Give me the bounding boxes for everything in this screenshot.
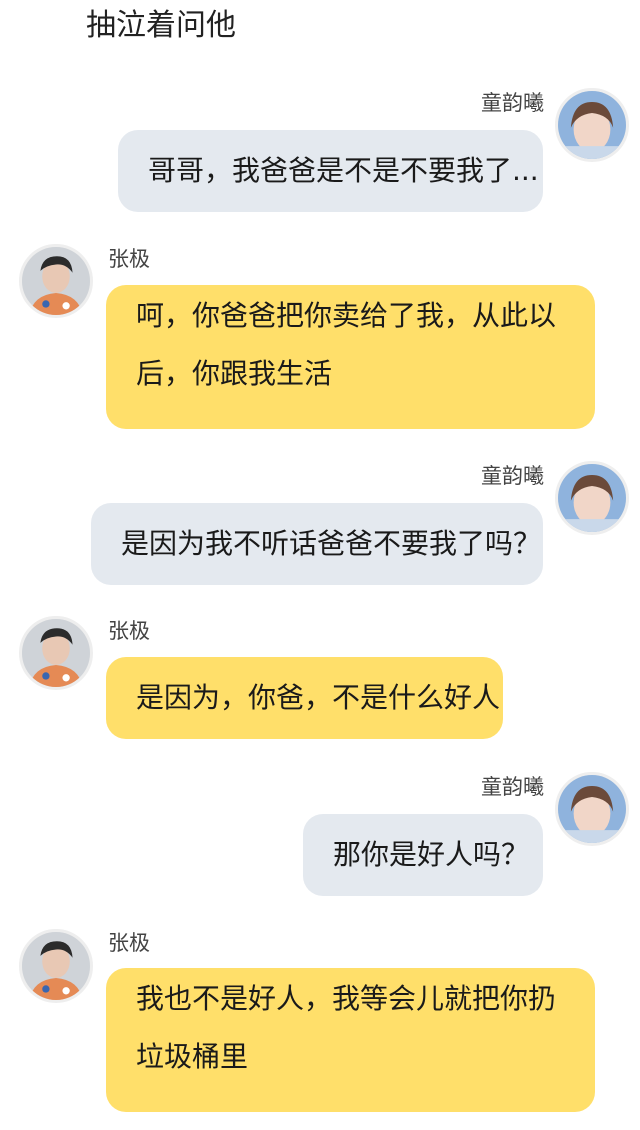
sender-name-boy: 张极 [108,931,150,955]
boy-avatar[interactable] [19,929,93,1003]
girl-avatar[interactable] [555,461,629,535]
sender-name-girl: 童韵曦 [481,464,544,488]
message-bubble: 是因为，你爸，不是什么好人 [106,657,503,739]
boy-avatar[interactable] [19,616,93,690]
girl-avatar-image [558,775,626,843]
sender-name-girl: 童韵曦 [481,775,544,799]
girl-avatar[interactable] [555,88,629,162]
message-bubble: 那你是好人吗？ [303,814,543,896]
sender-name-boy: 张极 [108,247,150,271]
girl-avatar-image [558,91,626,159]
narration-text: 抽泣着问他 [86,8,236,43]
boy-avatar[interactable] [19,244,93,318]
girl-avatar[interactable] [555,772,629,846]
message-bubble: 我也不是好人，我等会儿就把你扔垃圾桶里 [106,968,595,1112]
boy-avatar-image [22,619,90,687]
message-bubble: 是因为我不听话爸爸不要我了吗？ [91,503,543,585]
girl-avatar-image [558,464,626,532]
message-bubble: 呵，你爸爸把你卖给了我，从此以后，你跟我生活 [106,285,595,429]
boy-avatar-image [22,247,90,315]
message-bubble: 哥哥，我爸爸是不是不要我了... [118,130,543,212]
sender-name-boy: 张极 [108,619,150,643]
boy-avatar-image [22,932,90,1000]
sender-name-girl: 童韵曦 [481,91,544,115]
